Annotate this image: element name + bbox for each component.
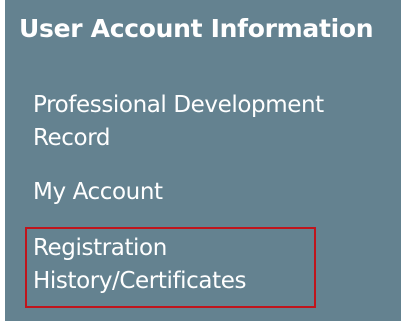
sidebar-item-label: Record: [33, 125, 111, 151]
sidebar-item-label: My Account: [33, 179, 163, 205]
section-heading: User Account Information: [19, 14, 374, 43]
sidebar-item-label: Professional Development: [33, 92, 324, 118]
user-account-sidebar: User Account Information Professional De…: [5, 0, 401, 321]
sidebar-item-label: Registration: [33, 235, 167, 261]
sidebar-item-label: History/Certificates: [33, 268, 247, 294]
sidebar-item-registration-history-certificates[interactable]: Registration History/Certificates: [33, 232, 246, 298]
sidebar-item-my-account[interactable]: My Account: [33, 176, 163, 209]
sidebar-item-professional-development-record[interactable]: Professional Development Record: [33, 89, 324, 155]
